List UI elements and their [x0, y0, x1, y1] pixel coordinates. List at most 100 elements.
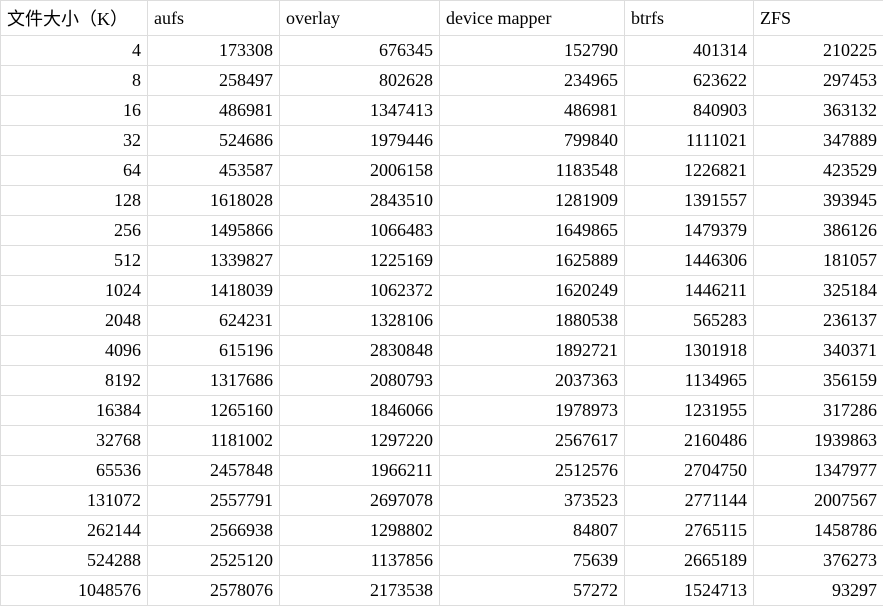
table-cell: 615196	[148, 336, 280, 366]
table-cell: 1846066	[280, 396, 440, 426]
table-cell: 1181002	[148, 426, 280, 456]
table-cell: 1134965	[625, 366, 754, 396]
table-cell: 75639	[440, 546, 625, 576]
table-cell: 8192	[1, 366, 148, 396]
header-overlay: overlay	[280, 1, 440, 36]
table-cell: 2080793	[280, 366, 440, 396]
table-cell: 8	[1, 66, 148, 96]
table-cell: 1297220	[280, 426, 440, 456]
table-cell: 317286	[754, 396, 883, 426]
table-cell: 2578076	[148, 576, 280, 606]
table-cell: 565283	[625, 306, 754, 336]
table-cell: 1339827	[148, 246, 280, 276]
table-cell: 802628	[280, 66, 440, 96]
header-filesize: 文件大小（K）	[1, 1, 148, 36]
table-cell: 57272	[440, 576, 625, 606]
table-cell: 258497	[148, 66, 280, 96]
table-cell: 2048	[1, 306, 148, 336]
table-cell: 1620249	[440, 276, 625, 306]
table-cell: 2457848	[148, 456, 280, 486]
table-cell: 2006158	[280, 156, 440, 186]
header-row: 文件大小（K） aufs overlay device mapper btrfs…	[1, 1, 883, 36]
table-cell: 453587	[148, 156, 280, 186]
data-table: 文件大小（K） aufs overlay device mapper btrfs…	[0, 0, 883, 606]
table-cell: 1226821	[625, 156, 754, 186]
table-cell: 1183548	[440, 156, 625, 186]
table-cell: 256	[1, 216, 148, 246]
table-cell: 624231	[148, 306, 280, 336]
table-cell: 152790	[440, 36, 625, 66]
table-cell: 16	[1, 96, 148, 126]
table-cell: 325184	[754, 276, 883, 306]
table-cell: 1618028	[148, 186, 280, 216]
table-cell: 347889	[754, 126, 883, 156]
table-cell: 1479379	[625, 216, 754, 246]
table-row: 10485762578076217353857272152471393297	[1, 576, 883, 606]
table-cell: 2173538	[280, 576, 440, 606]
table-cell: 1418039	[148, 276, 280, 306]
table-cell: 356159	[754, 366, 883, 396]
table-cell: 2512576	[440, 456, 625, 486]
table-cell: 486981	[440, 96, 625, 126]
table-cell: 623622	[625, 66, 754, 96]
table-cell: 2566938	[148, 516, 280, 546]
table-cell: 1137856	[280, 546, 440, 576]
table-cell: 2704750	[625, 456, 754, 486]
table-cell: 1281909	[440, 186, 625, 216]
table-cell: 2557791	[148, 486, 280, 516]
table-row: 5121339827122516916258891446306181057	[1, 246, 883, 276]
table-cell: 1649865	[440, 216, 625, 246]
table-cell: 363132	[754, 96, 883, 126]
table-cell: 4	[1, 36, 148, 66]
table-row: 64453587200615811835481226821423529	[1, 156, 883, 186]
table-cell: 1391557	[625, 186, 754, 216]
table-cell: 32768	[1, 426, 148, 456]
table-cell: 1111021	[625, 126, 754, 156]
table-cell: 1062372	[280, 276, 440, 306]
table-cell: 2830848	[280, 336, 440, 366]
table-cell: 1024	[1, 276, 148, 306]
table-cell: 486981	[148, 96, 280, 126]
table-cell: 173308	[148, 36, 280, 66]
table-row: 163841265160184606619789731231955317286	[1, 396, 883, 426]
table-cell: 1978973	[440, 396, 625, 426]
table-row: 81921317686208079320373631134965356159	[1, 366, 883, 396]
table-row: 4173308676345152790401314210225	[1, 36, 883, 66]
table-cell: 386126	[754, 216, 883, 246]
table-row: 262144256693812988028480727651151458786	[1, 516, 883, 546]
table-cell: 210225	[754, 36, 883, 66]
table-cell: 1458786	[754, 516, 883, 546]
table-cell: 1524713	[625, 576, 754, 606]
table-cell: 32	[1, 126, 148, 156]
table-cell: 236137	[754, 306, 883, 336]
table-cell: 1892721	[440, 336, 625, 366]
table-cell: 423529	[754, 156, 883, 186]
table-cell: 1317686	[148, 366, 280, 396]
table-cell: 64	[1, 156, 148, 186]
table-cell: 262144	[1, 516, 148, 546]
table-cell: 93297	[754, 576, 883, 606]
table-cell: 2007567	[754, 486, 883, 516]
header-aufs: aufs	[148, 1, 280, 36]
table-cell: 1939863	[754, 426, 883, 456]
table-cell: 1066483	[280, 216, 440, 246]
table-cell: 1446306	[625, 246, 754, 276]
header-devicemapper: device mapper	[440, 1, 625, 36]
table-cell: 340371	[754, 336, 883, 366]
table-cell: 181057	[754, 246, 883, 276]
table-cell: 128	[1, 186, 148, 216]
table-cell: 1265160	[148, 396, 280, 426]
table-cell: 676345	[280, 36, 440, 66]
table-cell: 2525120	[148, 546, 280, 576]
table-row: 2561495866106648316498651479379386126	[1, 216, 883, 246]
table-cell: 376273	[754, 546, 883, 576]
table-cell: 2843510	[280, 186, 440, 216]
table-cell: 234965	[440, 66, 625, 96]
table-cell: 1231955	[625, 396, 754, 426]
table-cell: 1225169	[280, 246, 440, 276]
header-zfs: ZFS	[754, 1, 883, 36]
table-cell: 1880538	[440, 306, 625, 336]
table-row: 1281618028284351012819091391557393945	[1, 186, 883, 216]
table-cell: 2665189	[625, 546, 754, 576]
table-cell: 1495866	[148, 216, 280, 246]
